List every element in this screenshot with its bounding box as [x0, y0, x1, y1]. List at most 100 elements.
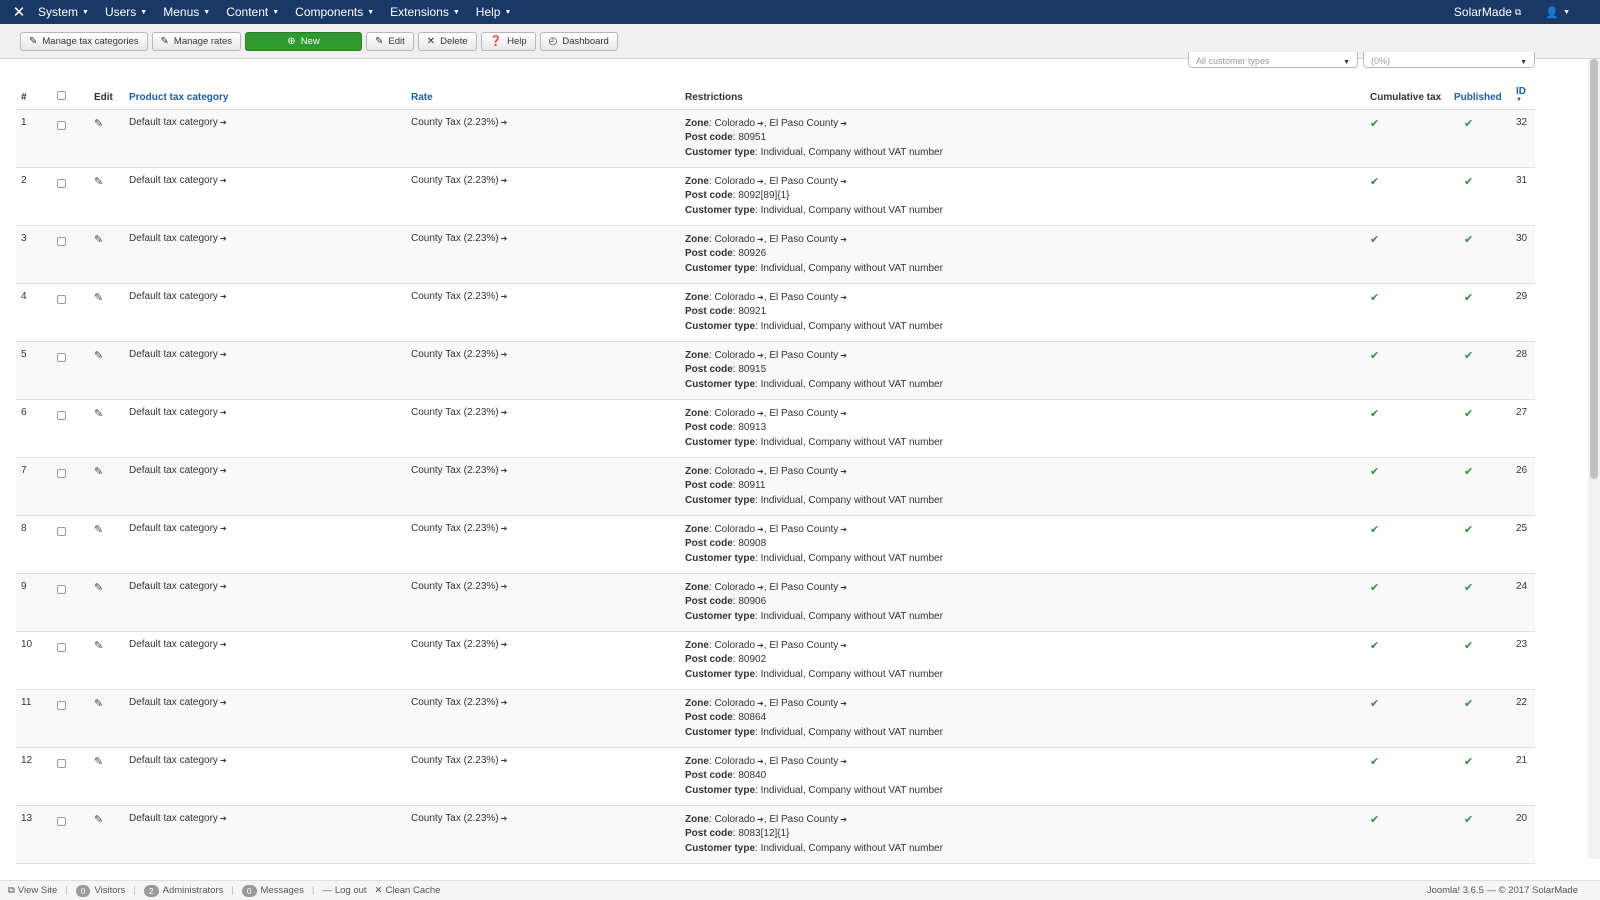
administrators-indicator[interactable]: 2 Administrators — [143, 884, 223, 897]
pencil-icon[interactable]: ✎ — [94, 234, 103, 246]
pencil-icon[interactable]: ✎ — [94, 582, 103, 594]
arrow-right-icon[interactable]: ➔ — [501, 640, 508, 649]
check-icon[interactable]: ✔ — [1464, 524, 1473, 536]
zone-state-link[interactable]: Colorado — [714, 524, 755, 535]
arrow-right-icon[interactable]: ➔ — [501, 176, 508, 185]
check-icon[interactable]: ✔ — [1370, 698, 1379, 710]
arrow-right-icon[interactable]: ➔ — [501, 814, 508, 823]
rate-link[interactable]: County Tax (2.23%) — [411, 117, 499, 128]
arrow-right-icon[interactable]: ➔ — [840, 583, 847, 592]
arrow-right-icon[interactable]: ➔ — [840, 699, 847, 708]
zone-county-link[interactable]: El Paso County — [769, 814, 838, 825]
arrow-right-icon[interactable]: ➔ — [220, 524, 227, 533]
arrow-right-icon[interactable]: ➔ — [757, 815, 764, 824]
arrow-right-icon[interactable]: ➔ — [220, 640, 227, 649]
row-checkbox[interactable] — [57, 700, 66, 710]
col-published[interactable]: Published — [1449, 70, 1511, 110]
zone-county-link[interactable]: El Paso County — [769, 466, 838, 477]
zone-county-link[interactable]: El Paso County — [769, 350, 838, 361]
arrow-right-icon[interactable]: ➔ — [501, 582, 508, 591]
visitors-indicator[interactable]: 0 Visitors — [75, 884, 125, 897]
check-icon[interactable]: ✔ — [1370, 350, 1379, 362]
arrow-right-icon[interactable]: ➔ — [220, 814, 227, 823]
product-tax-category-link[interactable]: Default tax category — [129, 581, 218, 592]
pencil-icon[interactable]: ✎ — [94, 756, 103, 768]
row-checkbox[interactable] — [57, 526, 66, 536]
col-rate[interactable]: Rate — [406, 70, 680, 110]
select-all-checkbox[interactable] — [57, 90, 66, 100]
zone-county-link[interactable]: El Paso County — [769, 118, 838, 129]
row-checkbox[interactable] — [57, 642, 66, 652]
arrow-right-icon[interactable]: ➔ — [757, 467, 764, 476]
zone-state-link[interactable]: Colorado — [714, 118, 755, 129]
view-site-link[interactable]: ⧉ View Site — [8, 885, 57, 896]
arrow-right-icon[interactable]: ➔ — [840, 293, 847, 302]
rate-link[interactable]: County Tax (2.23%) — [411, 407, 499, 418]
check-icon[interactable]: ✔ — [1370, 814, 1379, 826]
product-tax-category-link[interactable]: Default tax category — [129, 813, 218, 824]
row-checkbox[interactable] — [57, 410, 66, 420]
zone-county-link[interactable]: El Paso County — [769, 524, 838, 535]
zone-state-link[interactable]: Colorado — [714, 234, 755, 245]
arrow-right-icon[interactable]: ➔ — [220, 350, 227, 359]
product-tax-category-link[interactable]: Default tax category — [129, 755, 218, 766]
arrow-right-icon[interactable]: ➔ — [220, 234, 227, 243]
row-checkbox[interactable] — [57, 178, 66, 188]
row-checkbox[interactable] — [57, 816, 66, 826]
zone-county-link[interactable]: El Paso County — [769, 408, 838, 419]
check-icon[interactable]: ✔ — [1464, 350, 1473, 362]
zone-county-link[interactable]: El Paso County — [769, 234, 838, 245]
arrow-right-icon[interactable]: ➔ — [220, 408, 227, 417]
product-tax-category-link[interactable]: Default tax category — [129, 349, 218, 360]
help-button[interactable]: ❓ Help — [480, 31, 536, 51]
check-icon[interactable]: ✔ — [1370, 408, 1379, 420]
zone-state-link[interactable]: Colorado — [714, 756, 755, 767]
pencil-icon[interactable]: ✎ — [94, 408, 103, 420]
product-tax-category-link[interactable]: Default tax category — [129, 523, 218, 534]
new-button[interactable]: ⊕ New — [245, 31, 362, 51]
rate-link[interactable]: County Tax (2.23%) — [411, 639, 499, 650]
arrow-right-icon[interactable]: ➔ — [757, 235, 764, 244]
pencil-icon[interactable]: ✎ — [94, 814, 103, 826]
menu-components[interactable]: Components ▼ — [295, 5, 374, 19]
pencil-icon[interactable]: ✎ — [94, 292, 103, 304]
user-menu[interactable]: 👤 ▼ — [1545, 6, 1570, 19]
pencil-icon[interactable]: ✎ — [94, 118, 103, 130]
col-id[interactable]: ID ▼ — [1511, 70, 1535, 110]
arrow-right-icon[interactable]: ➔ — [220, 698, 227, 707]
zone-state-link[interactable]: Colorado — [714, 640, 755, 651]
zone-state-link[interactable]: Colorado — [714, 698, 755, 709]
arrow-right-icon[interactable]: ➔ — [501, 234, 508, 243]
joomla-logo-icon[interactable]: ✕ — [0, 0, 38, 24]
menu-help[interactable]: Help ▼ — [476, 5, 512, 19]
product-tax-category-link[interactable]: Default tax category — [129, 465, 218, 476]
arrow-right-icon[interactable]: ➔ — [220, 466, 227, 475]
menu-content[interactable]: Content ▼ — [226, 5, 279, 19]
arrow-right-icon[interactable]: ➔ — [757, 177, 764, 186]
arrow-right-icon[interactable]: ➔ — [757, 119, 764, 128]
pencil-icon[interactable]: ✎ — [94, 176, 103, 188]
arrow-right-icon[interactable]: ➔ — [840, 757, 847, 766]
product-tax-category-link[interactable]: Default tax category — [129, 175, 218, 186]
check-icon[interactable]: ✔ — [1464, 234, 1473, 246]
rate-link[interactable]: County Tax (2.23%) — [411, 465, 499, 476]
menu-menus[interactable]: Menus ▼ — [163, 5, 210, 19]
zone-county-link[interactable]: El Paso County — [769, 698, 838, 709]
arrow-right-icon[interactable]: ➔ — [220, 118, 227, 127]
percent-filter[interactable]: (0%) ▼ — [1363, 52, 1535, 68]
arrow-right-icon[interactable]: ➔ — [840, 815, 847, 824]
arrow-right-icon[interactable]: ➔ — [501, 292, 508, 301]
messages-indicator[interactable]: 0 Messages — [241, 884, 304, 897]
arrow-right-icon[interactable]: ➔ — [757, 641, 764, 650]
product-tax-category-link[interactable]: Default tax category — [129, 407, 218, 418]
arrow-right-icon[interactable]: ➔ — [220, 292, 227, 301]
zone-state-link[interactable]: Colorado — [714, 176, 755, 187]
zone-state-link[interactable]: Colorado — [714, 582, 755, 593]
product-tax-category-link[interactable]: Default tax category — [129, 291, 218, 302]
rate-link[interactable]: County Tax (2.23%) — [411, 697, 499, 708]
rate-link[interactable]: County Tax (2.23%) — [411, 175, 499, 186]
arrow-right-icon[interactable]: ➔ — [220, 582, 227, 591]
check-icon[interactable]: ✔ — [1370, 524, 1379, 536]
row-checkbox[interactable] — [57, 468, 66, 478]
pencil-icon[interactable]: ✎ — [94, 698, 103, 710]
